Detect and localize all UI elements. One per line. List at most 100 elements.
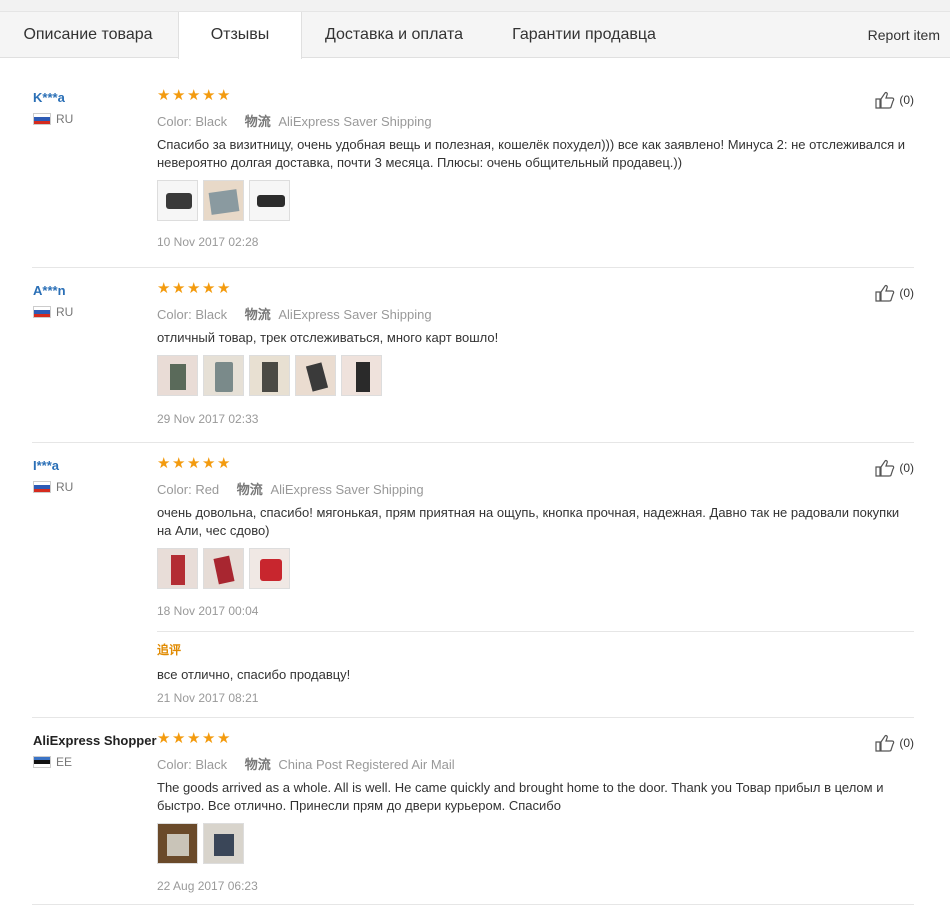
star-rating: ★ ★ ★ ★ ★ — [157, 455, 231, 472]
color-label: Color: — [157, 482, 192, 497]
tab-description[interactable]: Описание товара — [0, 12, 176, 58]
star-icon: ★ — [187, 730, 201, 747]
followup-text: все отлично, спасибо продавцу! — [157, 667, 351, 682]
review-divider — [32, 442, 914, 443]
color-label: Color: — [157, 114, 192, 129]
review-text: отличный товар, трек отслеживаться, мног… — [157, 330, 499, 345]
like-count: (0) — [899, 286, 914, 300]
country-code: EE — [56, 755, 73, 769]
star-icon: ★ — [172, 87, 186, 104]
thumbs-up-icon — [875, 92, 895, 109]
star-icon: ★ — [202, 87, 216, 104]
thumbs-up-icon — [875, 460, 895, 477]
review-attributes: Color: Black 物流 AliExpress Saver Shippin… — [157, 304, 432, 323]
star-icon: ★ — [172, 280, 186, 297]
review-photo[interactable] — [341, 355, 382, 396]
review-photo[interactable] — [157, 355, 198, 396]
star-icon: ★ — [217, 455, 231, 472]
star-icon: ★ — [187, 280, 201, 297]
star-icon: ★ — [172, 455, 186, 472]
review-divider — [32, 717, 914, 718]
country-code: RU — [56, 305, 74, 319]
color-value: Black — [195, 307, 228, 322]
review-photo[interactable] — [249, 355, 290, 396]
buyer-country: RU — [33, 480, 73, 494]
shipping-label: 物流 — [244, 114, 271, 129]
review-photo[interactable] — [203, 548, 244, 589]
review-date: 18 Nov 2017 00:04 — [157, 604, 259, 618]
thumbs-up-icon — [875, 285, 895, 302]
review-photo[interactable] — [249, 548, 290, 589]
review-photo[interactable] — [203, 823, 244, 864]
flag-ru-icon — [33, 481, 51, 493]
review-attributes: Color: Red 物流 AliExpress Saver Shipping — [157, 479, 424, 498]
star-icon: ★ — [217, 730, 231, 747]
like-button[interactable]: (0) — [875, 459, 914, 477]
followup-label: 追评 — [157, 643, 182, 657]
review-photo[interactable] — [157, 548, 198, 589]
buyer-name[interactable]: I***a — [33, 458, 59, 473]
star-icon: ★ — [217, 280, 231, 297]
review-photos — [157, 355, 382, 396]
review-photo[interactable] — [249, 180, 290, 221]
like-count: (0) — [899, 736, 914, 750]
star-rating: ★ ★ ★ ★ ★ — [157, 87, 231, 104]
shipping-value: China Post Registered Air Mail — [278, 757, 455, 772]
review-date: 29 Nov 2017 02:33 — [157, 412, 259, 426]
star-icon: ★ — [202, 455, 216, 472]
buyer-country: EE — [33, 755, 72, 769]
review-photos — [157, 823, 244, 864]
buyer-country: RU — [33, 112, 73, 126]
shipping-label: 物流 — [244, 307, 271, 322]
buyer-name[interactable]: K***a — [33, 90, 65, 105]
tab-shipping-payment[interactable]: Доставка и оплата — [302, 12, 486, 58]
review-date: 22 Aug 2017 06:23 — [157, 879, 258, 893]
review-photo[interactable] — [203, 355, 244, 396]
star-rating: ★ ★ ★ ★ ★ — [157, 280, 231, 297]
color-value: Black — [195, 757, 228, 772]
buyer-name[interactable]: A***n — [33, 283, 66, 298]
star-icon: ★ — [157, 455, 171, 472]
buyer-name[interactable]: AliExpress Shopper — [33, 733, 157, 748]
star-icon: ★ — [172, 730, 186, 747]
star-icon: ★ — [187, 87, 201, 104]
product-tabs: Описание товара Отзывы Доставка и оплата… — [0, 12, 950, 59]
color-value: Black — [195, 114, 228, 129]
shipping-value: AliExpress Saver Shipping — [270, 482, 424, 497]
review-date: 10 Nov 2017 02:28 — [157, 235, 259, 249]
country-code: RU — [56, 480, 74, 494]
star-icon: ★ — [217, 87, 231, 104]
review-text: Спасибо за визитницу, очень удобная вещь… — [157, 137, 906, 170]
color-label: Color: — [157, 757, 192, 772]
flag-ee-icon — [33, 756, 51, 768]
tab-seller-guarantees[interactable]: Гарантии продавца — [486, 12, 682, 58]
star-icon: ★ — [157, 280, 171, 297]
review-attributes: Color: Black 物流 China Post Registered Ai… — [157, 754, 455, 773]
like-count: (0) — [899, 461, 914, 475]
review-photo[interactable] — [157, 823, 198, 864]
review-photo[interactable] — [157, 180, 198, 221]
review-divider — [32, 267, 914, 268]
review-photos — [157, 180, 290, 221]
like-button[interactable]: (0) — [875, 734, 914, 752]
review-photo[interactable] — [295, 355, 336, 396]
star-rating: ★ ★ ★ ★ ★ — [157, 730, 231, 747]
star-icon: ★ — [202, 730, 216, 747]
star-icon: ★ — [157, 730, 171, 747]
review-photo[interactable] — [203, 180, 244, 221]
shipping-value: AliExpress Saver Shipping — [278, 114, 432, 129]
star-icon: ★ — [202, 280, 216, 297]
color-value: Red — [195, 482, 220, 497]
like-button[interactable]: (0) — [875, 284, 914, 302]
color-label: Color: — [157, 307, 192, 322]
like-button[interactable]: (0) — [875, 91, 914, 109]
country-code: RU — [56, 112, 74, 126]
review-divider — [32, 904, 914, 905]
top-strip — [0, 0, 950, 12]
review-attributes: Color: Black 物流 AliExpress Saver Shippin… — [157, 111, 432, 130]
flag-ru-icon — [33, 306, 51, 318]
tab-reviews[interactable]: Отзывы — [178, 12, 302, 59]
report-item-link[interactable]: Report item — [868, 12, 940, 58]
followup-divider — [157, 631, 914, 632]
flag-ru-icon — [33, 113, 51, 125]
